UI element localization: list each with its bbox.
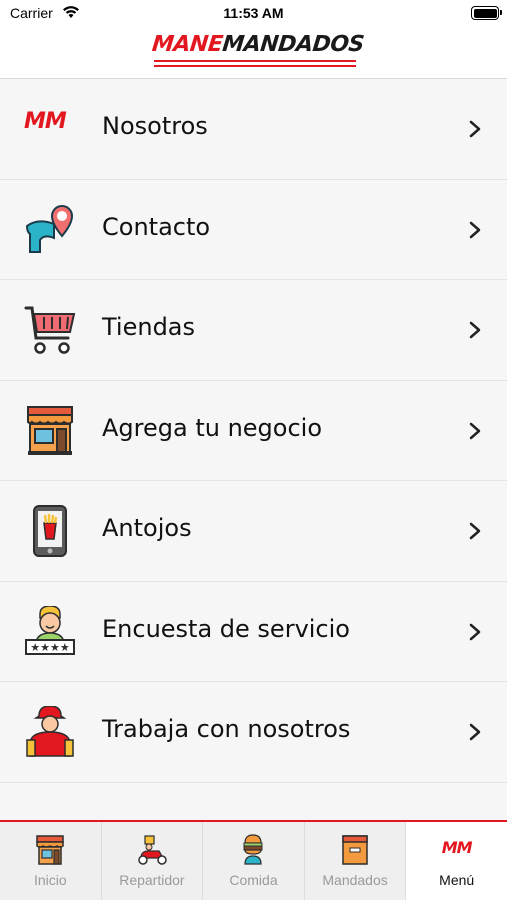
- mm-text: MM: [441, 838, 473, 857]
- mm-logo-icon: MM: [24, 109, 76, 161]
- chevron-right-icon: [469, 321, 481, 339]
- menu-item-encuesta[interactable]: ★★★★ Encuesta de servicio: [0, 581, 507, 682]
- phone-fries-icon: [33, 505, 67, 557]
- shopping-cart-icon: [24, 306, 76, 354]
- logo-part1: MANE: [150, 32, 224, 57]
- scooter-icon: [138, 835, 167, 865]
- menu-item-label: Agrega tu negocio: [102, 413, 323, 442]
- tab-menu[interactable]: MM Menú: [406, 822, 507, 900]
- tab-bar: Inicio Repartidor Comida Mandados MM Men…: [0, 820, 507, 900]
- menu-item-label: Nosotros: [102, 112, 208, 140]
- tab-label: Mandados: [322, 872, 388, 888]
- storefront-icon: [27, 405, 73, 455]
- tab-comida[interactable]: Comida: [203, 822, 305, 900]
- chevron-right-icon: [469, 120, 481, 138]
- menu-item-contacto[interactable]: Contacto: [0, 179, 507, 280]
- menu-item-tiendas[interactable]: Tiendas: [0, 280, 507, 381]
- tab-inicio[interactable]: Inicio: [0, 822, 102, 900]
- menu-list: MM Nosotros Contacto Tiendas Agrega tu n…: [0, 79, 507, 820]
- menu-item-label: Contacto: [102, 212, 211, 241]
- tab-label: Repartidor: [119, 872, 185, 888]
- tab-label: Inicio: [33, 872, 67, 888]
- menu-item-label: Trabaja con nosotros: [102, 715, 351, 743]
- tab-label: Menú: [439, 872, 475, 888]
- delivery-person-icon: [26, 706, 74, 757]
- menu-item-nosotros[interactable]: MM Nosotros: [0, 79, 507, 180]
- svg-text:★★★★: ★★★★: [30, 641, 70, 654]
- tab-repartidor[interactable]: Repartidor: [101, 822, 204, 900]
- menu-item-label: Antojos: [102, 514, 192, 542]
- partial-icon: [24, 807, 76, 821]
- menu-item-label: Encuesta de servicio: [102, 614, 350, 643]
- tab-mandados[interactable]: Mandados: [304, 822, 407, 900]
- store-icon: [36, 835, 65, 865]
- chevron-right-icon: [469, 723, 481, 741]
- chevron-right-icon: [469, 422, 481, 439]
- logo-part2: MANDADOS: [221, 32, 366, 57]
- menu-item-trabaja[interactable]: Trabaja con nosotros: [0, 682, 507, 783]
- battery-icon: [471, 6, 502, 20]
- mm-logo-icon: MM: [440, 838, 474, 870]
- status-bar: Carrier 11:53 AM: [0, 0, 507, 28]
- menu-item-label: Tiendas: [102, 313, 196, 341]
- menu-item-partial[interactable]: [0, 782, 507, 821]
- clock: 11:53 AM: [223, 5, 284, 21]
- chevron-right-icon: [469, 522, 481, 540]
- chevron-right-icon: [469, 623, 481, 640]
- app-logo: MANEMANDADOS: [150, 32, 365, 72]
- menu-item-antojos[interactable]: Antojos: [0, 481, 507, 582]
- burger-icon: [243, 834, 263, 865]
- map-pin-icon: [25, 204, 74, 253]
- mm-text: MM: [24, 109, 67, 134]
- app-header: MANEMANDADOS: [0, 28, 507, 79]
- package-icon: [342, 835, 368, 865]
- menu-item-agrega-negocio[interactable]: Agrega tu negocio: [0, 380, 507, 481]
- chevron-right-icon: [469, 221, 481, 238]
- tab-label: Comida: [229, 872, 278, 888]
- rating-person-icon: ★★★★: [25, 605, 75, 655]
